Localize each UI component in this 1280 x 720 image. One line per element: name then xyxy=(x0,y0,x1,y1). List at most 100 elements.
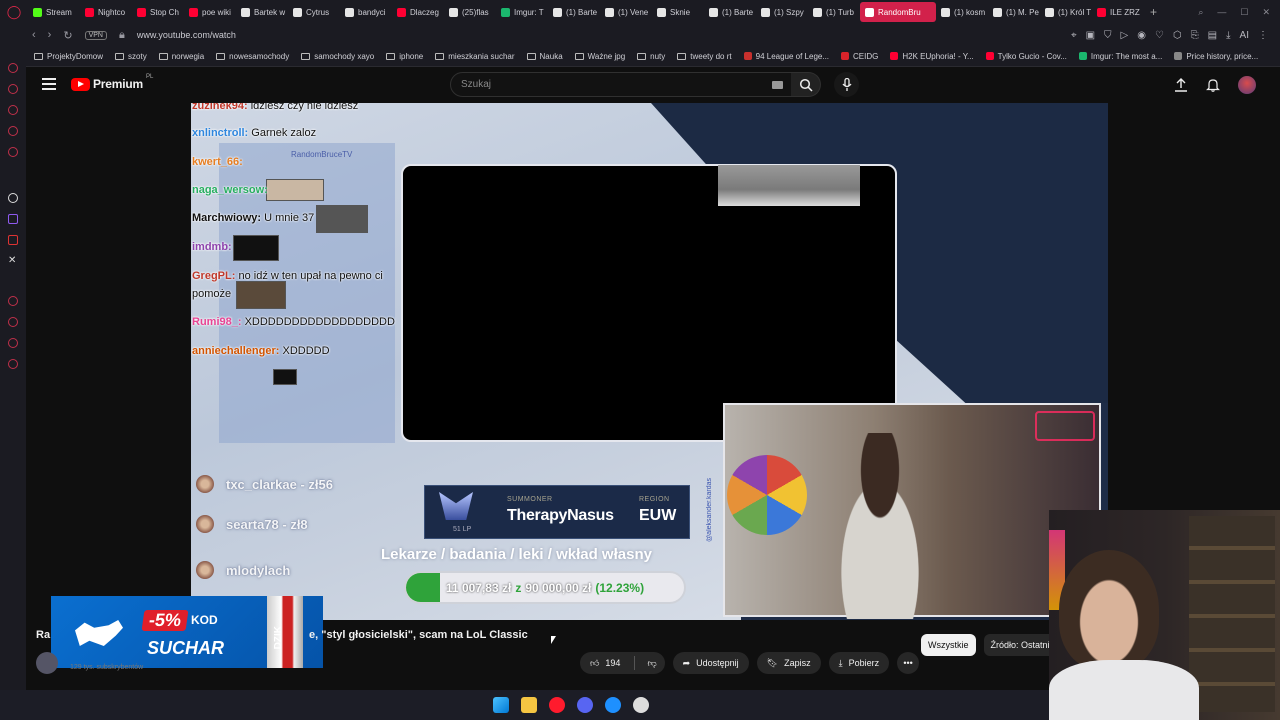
search-tabs-icon[interactable]: ⌕ xyxy=(1198,7,1203,18)
tab[interactable]: (1) Barte xyxy=(548,2,600,22)
bookmark-item[interactable]: tweety do rt xyxy=(677,52,732,61)
camera-icon[interactable]: ◉ xyxy=(1137,30,1146,41)
sidebar-home-icon[interactable] xyxy=(8,63,18,73)
bookmark-item[interactable]: 94 League of Lege... xyxy=(743,52,829,61)
youtube-logo[interactable]: Premium PL xyxy=(71,74,153,91)
tab[interactable]: Nightco xyxy=(80,2,132,22)
app-taskbar-icon[interactable] xyxy=(604,697,621,713)
notifications-bell-icon[interactable] xyxy=(1206,78,1220,92)
heart-icon[interactable]: ♡ xyxy=(1155,30,1164,41)
search-input[interactable]: Szukaj xyxy=(450,72,792,97)
tab[interactable]: bandyci xyxy=(340,2,392,22)
sidebar-chatgpt-icon[interactable] xyxy=(8,193,18,203)
tab[interactable]: (1) Turb xyxy=(808,2,860,22)
share-button[interactable]: ➦ Udostępnij xyxy=(672,652,749,674)
opera-taskbar-icon[interactable] xyxy=(548,697,565,713)
sidebar-wallet-icon[interactable] xyxy=(8,105,18,115)
tab[interactable]: Dlaczeg xyxy=(392,2,444,22)
bookmark-item[interactable]: nuty xyxy=(637,52,665,61)
play-icon[interactable]: ▷ xyxy=(1121,30,1129,41)
tab[interactable]: (1) Szpy xyxy=(756,2,808,22)
lock-icon[interactable]: 🔒︎ xyxy=(119,29,125,42)
channel-avatar[interactable] xyxy=(36,652,58,674)
tab[interactable]: Stop Ch xyxy=(132,2,184,22)
bookmark-item[interactable]: ProjektyDomow xyxy=(34,52,103,61)
bookmark-item[interactable]: Ważne jpg xyxy=(574,52,625,61)
tab[interactable]: Imgur: T xyxy=(496,2,548,22)
sidebar-x-icon[interactable]: ✕ xyxy=(8,256,18,266)
sidebar-twitch-icon[interactable] xyxy=(8,214,18,224)
tab[interactable]: (1) kosm xyxy=(936,2,988,22)
file-explorer-icon[interactable] xyxy=(520,697,537,713)
bookmark-item[interactable]: Imgur: The most a... xyxy=(1078,52,1162,61)
download-button[interactable]: ⤓ Pobierz xyxy=(828,652,890,674)
tab-active[interactable]: RandomBru xyxy=(860,2,936,22)
wallet-icon[interactable]: ▤ xyxy=(1208,30,1217,41)
reload-icon[interactable]: ↻ xyxy=(63,29,72,42)
like-button[interactable]: 👍︎ 194 👎︎ xyxy=(580,652,665,674)
bookmark-item[interactable]: Tylko Gucio - Cov... xyxy=(985,52,1067,61)
forward-icon[interactable]: › xyxy=(48,29,52,41)
filter-chip[interactable]: Źródło: Ostatni xyxy=(983,634,1057,656)
save-button[interactable]: 🔖︎ Zapisz xyxy=(756,652,821,674)
bookmark-item[interactable]: mieszkania suchar xyxy=(435,52,515,61)
back-icon[interactable]: ‹ xyxy=(32,29,36,41)
tab[interactable]: (1) Barte xyxy=(704,2,756,22)
tab[interactable]: (1) Król T xyxy=(1040,2,1092,22)
bookmark-item[interactable]: samochody xayo xyxy=(301,52,374,61)
tab[interactable]: Stream xyxy=(28,2,80,22)
shield-icon[interactable]: ⛉ xyxy=(1104,30,1112,41)
bookmark-item[interactable]: H2K EUphoria! - Y... xyxy=(890,52,974,61)
tab[interactable]: poe wiki xyxy=(184,2,236,22)
sidebar-clock-icon[interactable] xyxy=(8,317,18,327)
tab[interactable]: Cytrus xyxy=(288,2,340,22)
minimize-icon[interactable]: — xyxy=(1217,7,1226,18)
extensions-icon[interactable]: ⬡ xyxy=(1173,30,1182,41)
maximize-icon[interactable]: ☐ xyxy=(1240,7,1248,18)
url-field[interactable]: www.youtube.com/watch xyxy=(137,30,236,40)
bookmark-item[interactable]: nowesamochody xyxy=(216,52,289,61)
vpn-badge[interactable]: VPN xyxy=(84,30,107,40)
bookmark-item[interactable]: norwegia xyxy=(158,52,204,61)
thumbs-down-icon[interactable]: 👎︎ xyxy=(647,658,656,669)
more-actions-button[interactable]: ••• xyxy=(897,652,920,674)
new-tab-button[interactable]: + xyxy=(1144,5,1163,19)
sidebar-player-icon[interactable] xyxy=(8,126,18,136)
tab[interactable]: (1) Vene xyxy=(600,2,652,22)
search-button[interactable] xyxy=(791,72,821,97)
ai-button[interactable]: AI xyxy=(1240,30,1249,41)
sidebar-percent-icon[interactable] xyxy=(8,235,18,245)
pin-icon[interactable]: ⌖ xyxy=(1071,30,1077,41)
download-icon[interactable]: ⤓ xyxy=(1226,30,1230,41)
account-avatar[interactable] xyxy=(1238,76,1256,94)
tab[interactable]: Sknie xyxy=(652,2,704,22)
voice-search-button[interactable] xyxy=(834,72,859,97)
clipboard-icon[interactable]: ⎘ xyxy=(1191,30,1199,41)
sidebar-speed-dial-icon[interactable] xyxy=(8,338,18,348)
bookmark-item[interactable]: szoty xyxy=(115,52,147,61)
tab[interactable]: ILE ZRZ xyxy=(1092,2,1144,22)
sidebar-history-icon[interactable] xyxy=(8,296,18,306)
close-window-icon[interactable]: ✕ xyxy=(1262,7,1270,18)
tab[interactable]: (25)flas xyxy=(444,2,496,22)
discord-icon[interactable] xyxy=(576,697,593,713)
sidebar-messenger-icon[interactable] xyxy=(8,147,18,157)
bookmark-item[interactable]: Price history, price... xyxy=(1174,52,1258,61)
screenshot-icon[interactable]: ▣ xyxy=(1086,30,1095,41)
sidebar-settings-icon[interactable] xyxy=(8,359,18,369)
opera-logo-icon[interactable]: ◯ xyxy=(0,0,28,24)
guide-menu-icon[interactable] xyxy=(42,78,56,90)
filter-chip[interactable]: Wszystkie xyxy=(921,634,976,656)
tab[interactable]: (1) M. Pe xyxy=(988,2,1040,22)
video-player[interactable]: RandomBruceTV zuzinek94: idziesz czy nie… xyxy=(191,103,1108,620)
windows-start-icon[interactable] xyxy=(492,697,509,713)
settings-taskbar-icon[interactable] xyxy=(632,697,649,713)
bookmark-item[interactable]: iphone xyxy=(386,52,423,61)
menu-icon[interactable]: ⋮ xyxy=(1258,30,1268,41)
tab[interactable]: Bartek w xyxy=(236,2,288,22)
sidebar-flow-icon[interactable] xyxy=(8,84,18,94)
upload-icon[interactable] xyxy=(1174,78,1188,92)
bookmark-item[interactable]: Nauka xyxy=(526,52,563,61)
keyboard-icon[interactable] xyxy=(772,81,783,89)
bookmark-item[interactable]: CEIDG xyxy=(841,52,878,61)
